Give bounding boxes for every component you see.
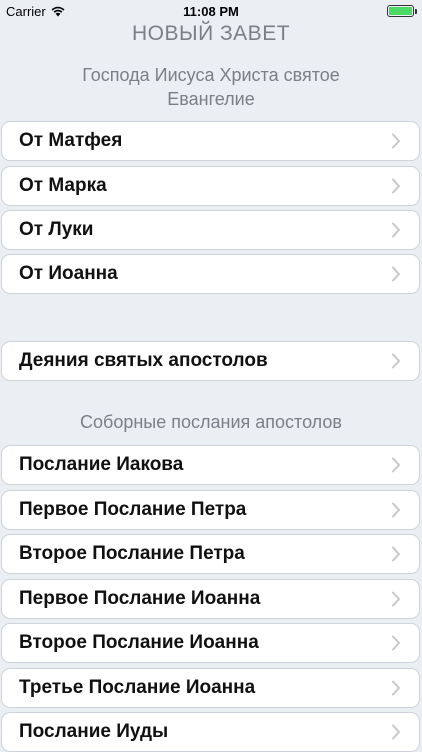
- list-item-matthew[interactable]: От Матфея: [1, 121, 420, 161]
- section-header-gospels-line1: Господа Иисуса Христа святое: [82, 65, 340, 85]
- list-item-mark[interactable]: От Марка: [1, 166, 420, 206]
- list-item-label: От Луки: [19, 219, 94, 240]
- list-item-jude[interactable]: Послание Иуды: [1, 712, 420, 752]
- chevron-right-icon: [392, 724, 400, 740]
- status-time: 11:08 PM: [183, 4, 239, 19]
- status-bar: Carrier 11:08 PM: [0, 0, 422, 22]
- battery-fill: [389, 7, 412, 15]
- list-item-2-peter[interactable]: Второе Послание Петра: [1, 534, 420, 574]
- list-item-label: От Матфея: [19, 130, 123, 151]
- chevron-right-icon: [392, 266, 400, 282]
- chevron-right-icon: [392, 635, 400, 651]
- list-item-1-john[interactable]: Первое Послание Иоанна: [1, 579, 420, 619]
- list-item-2-john[interactable]: Второе Послание Иоанна: [1, 623, 420, 663]
- list-item-james[interactable]: Послание Иакова: [1, 445, 420, 485]
- chevron-right-icon: [392, 133, 400, 149]
- list-item-label: Первое Послание Иоанна: [19, 588, 261, 609]
- chevron-right-icon: [392, 502, 400, 518]
- list-item-label: От Марка: [19, 175, 107, 196]
- list-item-acts[interactable]: Деяния святых апостолов: [1, 341, 420, 381]
- list-item-label: От Иоанна: [19, 263, 118, 284]
- list-item-john[interactable]: От Иоанна: [1, 254, 420, 294]
- chevron-right-icon: [392, 680, 400, 696]
- list-item-luke[interactable]: От Луки: [1, 210, 420, 250]
- list-item-label: Второе Послание Иоанна: [19, 632, 259, 653]
- list-item-label: Деяния святых апостолов: [19, 350, 268, 371]
- section-header-gospels: Господа Иисуса Христа святое Евангелие: [0, 63, 422, 111]
- list-item-label: Послание Иуды: [19, 721, 169, 742]
- list-item-3-john[interactable]: Третье Послание Иоанна: [1, 668, 420, 708]
- battery-cap: [415, 9, 417, 14]
- section-header-epistles: Соборные послания апостолов: [80, 412, 342, 432]
- list-item-label: Третье Послание Иоанна: [19, 677, 256, 698]
- chevron-right-icon: [392, 457, 400, 473]
- list-item-1-peter[interactable]: Первое Послание Петра: [1, 490, 420, 530]
- chevron-right-icon: [392, 353, 400, 369]
- section-header-gospels-line2: Евангелие: [167, 89, 255, 109]
- chevron-right-icon: [392, 178, 400, 194]
- battery-icon: [387, 5, 417, 17]
- list-item-label: Второе Послание Петра: [19, 543, 245, 564]
- page-title: НОВЫЙ ЗАВЕТ: [131, 22, 291, 45]
- list-item-label: Послание Иакова: [19, 454, 184, 475]
- chevron-right-icon: [392, 222, 400, 238]
- chevron-right-icon: [392, 591, 400, 607]
- list-item-label: Первое Послание Петра: [19, 499, 247, 520]
- chevron-right-icon: [392, 546, 400, 562]
